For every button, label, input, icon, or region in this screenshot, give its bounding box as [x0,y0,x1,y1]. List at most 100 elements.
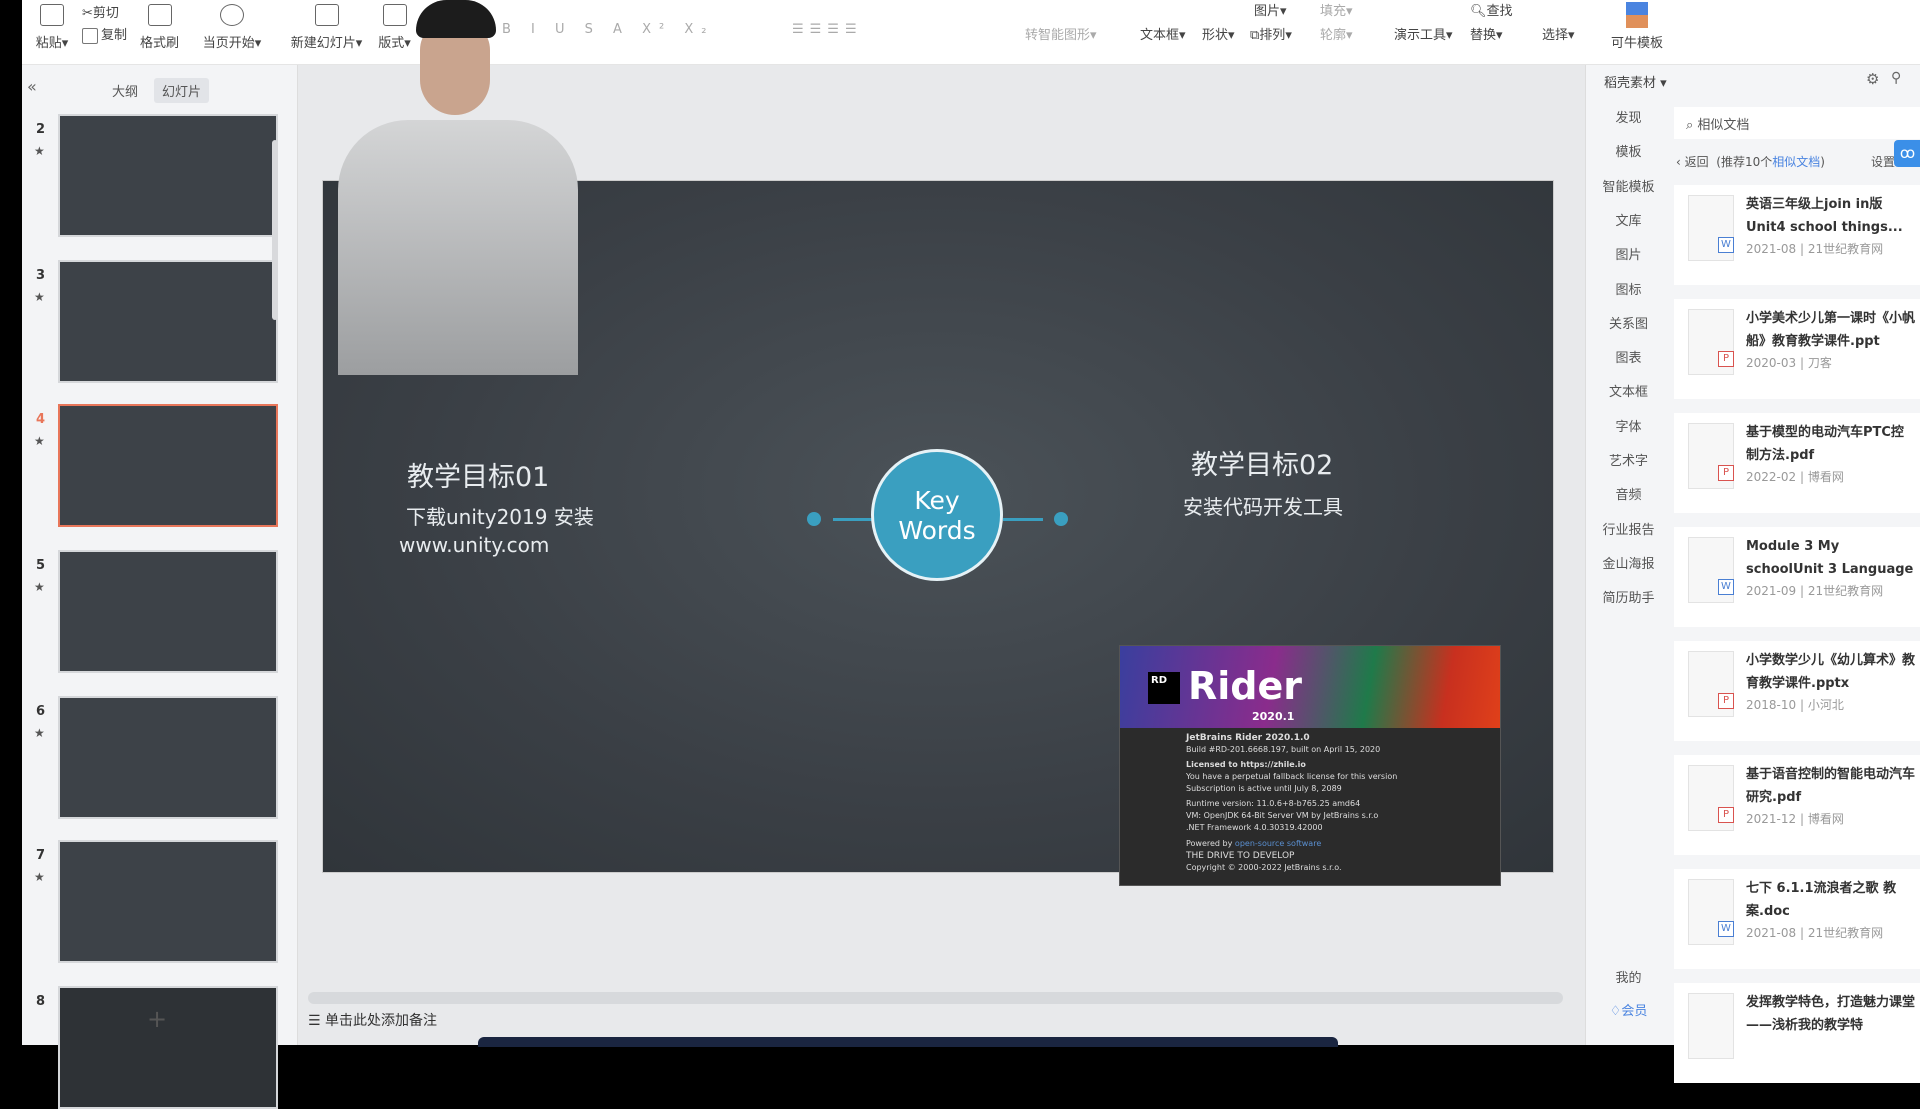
avatar-shirt [338,120,578,375]
nav-item[interactable]: 图片 [1586,244,1671,263]
word-file-icon: W [1718,237,1734,253]
add-slide-button[interactable]: + [147,1005,167,1033]
nav-item[interactable]: 发现 [1586,107,1671,126]
right-dot [1054,512,1068,526]
document-meta: 2021-08 | 21世纪教育网 [1746,242,1884,256]
animation-star-icon: ★ [34,434,45,448]
thumbnail-scrollbar[interactable] [272,140,278,320]
notes-field[interactable]: ☰ 单击此处添加备注 [308,1010,437,1030]
nav-item[interactable]: 关系图 [1586,313,1671,332]
outline-button[interactable]: 轮廓▾ [1320,24,1353,43]
document-card[interactable]: W Module 3 My schoolUnit 3 Language in u… [1674,527,1920,627]
slide-number: 7 [36,848,46,863]
gear-icon[interactable]: ⚙ [1866,70,1879,88]
cut-button[interactable]: ✂剪切 [82,2,119,21]
cloud-icon[interactable]: ꝏ [1894,140,1920,167]
document-card[interactable]: P 基于语音控制的智能电动汽车研究.pdf 2021-12 | 博看网 [1674,755,1920,855]
nav-item[interactable]: 艺术字 [1586,450,1671,469]
left-arrow [833,518,873,521]
document-meta: 2022-02 | 博看网 [1746,470,1844,484]
textbox-button[interactable]: 文本框▾ [1140,24,1186,43]
smart-graphic-button[interactable]: 转智能图形▾ [1025,24,1097,43]
slide-thumbnail[interactable] [58,840,278,963]
template-button[interactable]: 可牛模板 [1607,0,1667,51]
document-card[interactable]: 发挥教学特色，打造魅力课堂——浅析我的教学特 [1674,983,1920,1083]
back-button[interactable]: ‹ 返回 [1676,155,1709,169]
nav-item[interactable]: 字体 [1586,416,1671,435]
format-painter-button[interactable]: 格式刷 [137,0,182,51]
nav-item[interactable]: 行业报告 [1586,519,1671,538]
document-title: 基于语音控制的智能电动汽车研究.pdf [1746,767,1916,805]
pdf-ppt-file-icon: P [1718,465,1734,481]
nav-item[interactable]: 金山海报 [1586,553,1671,572]
animation-star-icon: ★ [34,870,45,884]
slide-thumbnail[interactable] [58,696,278,819]
search-input[interactable]: ⌕ 相似文档 [1674,107,1920,139]
layers-icon: ⧉ [1250,28,1260,43]
word-file-icon: W [1718,579,1734,595]
rider-name: Rider [1188,664,1302,708]
document-card[interactable]: P 小学美术少儿第一课时《小帆船》教育教学课件.ppt 2020-03 | 刀客 [1674,299,1920,399]
rider-net: .NET Framework 4.0.30319.42000 [1186,823,1323,832]
nav-item[interactable]: 文本框 [1586,381,1671,400]
paste-button[interactable]: 粘贴▾ [32,0,72,51]
play-from-current-button[interactable]: 当页开始▾ [197,0,267,51]
find-button[interactable]: 🔍︎查找 [1470,0,1513,19]
scissors-icon: ✂ [82,6,93,21]
avatar-character-overlay [338,0,578,375]
pin-icon[interactable]: ⚲ [1891,70,1901,86]
template-icon [1626,2,1648,28]
word-file-icon: W [1718,921,1734,937]
tab-outline[interactable]: 大纲 [104,78,146,103]
animation-star-icon: ★ [34,580,45,594]
slide-number: 6 [36,704,46,719]
slide-thumbnail[interactable] [58,114,278,237]
replace-button[interactable]: 替换▾ [1470,24,1503,43]
slide-number: 2 [36,122,46,137]
document-card[interactable]: W 英语三年级上join in版Unit4 school things... 2… [1674,185,1920,285]
select-button[interactable]: 选择▾ [1542,24,1575,43]
nav-item[interactable]: 图标 [1586,279,1671,298]
horizontal-scrollbar[interactable] [308,992,1563,1004]
paragraph-align-buttons[interactable]: ☰☰☰☰ [792,22,863,37]
copy-button[interactable]: 复制 [82,24,127,44]
shape-button[interactable]: 形状▾ [1202,24,1235,43]
nav-item[interactable]: 文库 [1586,210,1671,229]
slide-thumbnail[interactable] [58,986,278,1109]
goal1-line2: www.unity.com [399,533,550,557]
nav-vip[interactable]: ♢会员 [1586,1000,1671,1019]
slide-thumbnail[interactable] [58,550,278,673]
rider-banner: RD Rider 2020.1 [1120,646,1500,728]
arrange-button[interactable]: ⧉排列▾ [1250,24,1292,43]
left-dot [807,512,821,526]
document-title: Module 3 My schoolUnit 3 Language in use… [1746,539,1914,577]
document-card[interactable]: P 基于模型的电动汽车PTC控制方法.pdf 2022-02 | 博看网 [1674,413,1920,513]
nav-item[interactable]: 简历助手 [1586,587,1671,606]
taskbar-overlay [478,1037,1338,1047]
play-icon [220,4,244,26]
settings-link[interactable]: 设置 [1871,153,1895,170]
document-card[interactable]: P 小学数学少儿《幼儿算术》教育教学课件.pptx 2018-10 | 小河北 [1674,641,1920,741]
similar-docs-link[interactable]: 相似文档 [1772,155,1820,169]
document-title: 英语三年级上join in版Unit4 school things... [1746,197,1903,235]
panel-title-dropdown[interactable]: 稻壳素材 ▾ [1604,72,1667,91]
nav-item[interactable]: 模板 [1586,141,1671,160]
slide-thumbnail[interactable] [58,260,278,383]
nav-item[interactable]: 图表 [1586,347,1671,366]
collapse-panel-icon[interactable]: « [27,77,37,96]
tab-slides[interactable]: 幻灯片 [154,78,210,103]
goal2-title: 教学目标02 [1191,450,1334,481]
document-meta: 2021-09 | 21世纪教育网 [1746,584,1884,598]
nav-item[interactable]: 音频 [1586,484,1671,503]
document-card[interactable]: W 七下 6.1.1流浪者之歌 教案.doc 2021-08 | 21世纪教育网 [1674,869,1920,969]
nav-mine[interactable]: 我的 [1586,967,1671,986]
avatar-hair [416,0,496,38]
nav-item[interactable]: 智能模板 [1586,176,1671,195]
document-meta: 2021-12 | 博看网 [1746,812,1844,826]
fill-button[interactable]: 填充▾ [1320,0,1353,19]
animation-star-icon: ★ [34,726,45,740]
rider-info: JetBrains Rider 2020.1.0 Build #RD-201.6… [1120,728,1500,874]
presentation-tools-button[interactable]: 演示工具▾ [1394,24,1453,43]
picture-button[interactable]: 图片▾ [1254,0,1287,19]
slide-thumbnail[interactable] [58,404,278,527]
